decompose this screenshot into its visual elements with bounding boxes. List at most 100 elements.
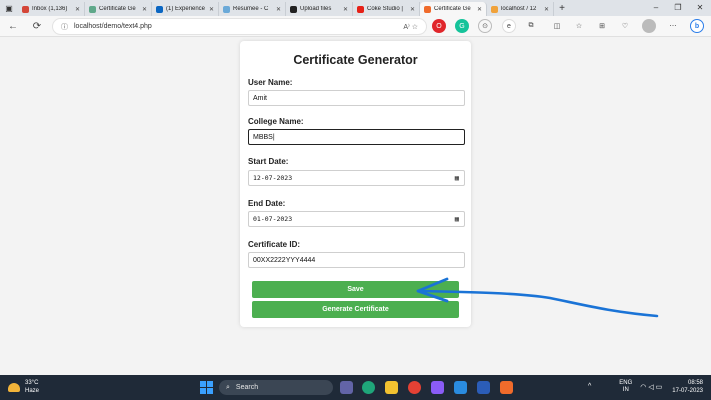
weather-temp: 33°C: [25, 380, 39, 386]
vscode-icon[interactable]: [454, 381, 467, 394]
tab-label: Upload files: [300, 6, 332, 12]
browser-essentials-icon[interactable]: ♡: [618, 19, 632, 33]
taskbar-search[interactable]: ⌕ Search: [219, 380, 333, 395]
refresh-button[interactable]: ⟳: [28, 21, 46, 32]
start-date-value: 12-07-2023: [253, 174, 293, 182]
language-indicator[interactable]: ENG IN: [619, 380, 632, 394]
collections-icon[interactable]: ⊞: [595, 19, 609, 33]
favorites-icon[interactable]: ☆: [572, 19, 586, 33]
tab-label: localhost / 12: [501, 6, 537, 12]
xampp-icon[interactable]: [500, 381, 513, 394]
puzzle-extensions-icon[interactable]: ⧉: [524, 19, 538, 33]
clock-time: 08:58: [687, 380, 703, 386]
start-date-label: Start Date:: [248, 157, 289, 166]
generate-certificate-button[interactable]: Generate Certificate: [252, 301, 459, 318]
tab-label: (1) Experience: [166, 6, 206, 12]
word-icon[interactable]: [477, 381, 490, 394]
tab-favicon-icon: [89, 5, 96, 13]
chrome-icon[interactable]: [408, 381, 421, 394]
tab-favicon-icon: [424, 5, 431, 13]
end-date-input[interactable]: 01-07-2023 ▦: [248, 211, 465, 227]
edge-browser-icon[interactable]: [362, 381, 375, 394]
browser-tab[interactable]: Certificate Ge ✕: [420, 2, 487, 16]
tab-close-icon[interactable]: ✕: [544, 6, 549, 13]
tab-close-icon[interactable]: ✕: [142, 6, 147, 13]
grammarly-extension-icon[interactable]: G: [455, 19, 469, 33]
back-button[interactable]: ←: [4, 21, 22, 32]
browser-tab[interactable]: Resumee - C ✕: [219, 2, 286, 16]
tab-favicon-icon: [357, 5, 364, 13]
opera-extension-icon[interactable]: O: [432, 19, 446, 33]
more-menu-icon[interactable]: ⋯: [666, 19, 680, 33]
teams-chat-icon[interactable]: [340, 381, 353, 394]
user-name-label: User Name:: [248, 78, 293, 87]
maximize-button[interactable]: ❐: [667, 0, 689, 16]
browser-tab[interactable]: (1) Experience ✕: [152, 2, 219, 16]
browser-tab[interactable]: Upload files ✕: [286, 2, 353, 16]
read-aloud-favorite-icons[interactable]: A⁾ ☆: [403, 23, 418, 31]
tab-label: Certificate Ge: [99, 6, 136, 12]
browser-tab[interactable]: Inbox (1,136) ✕: [18, 2, 85, 16]
new-tab-button[interactable]: +: [554, 3, 570, 14]
language-code: ENG: [619, 380, 633, 386]
system-tray: ENG IN ◠ ◁ ▭ 08:58 17-07-2023: [619, 379, 703, 395]
browser-tab[interactable]: Coke Studio | ✕: [353, 2, 420, 16]
tab-favicon-icon: [491, 5, 498, 13]
browser-tab-strip: ▣ Inbox (1,136) ✕ Certificate Ge ✕ (1) Exper…: [0, 0, 711, 16]
extension-icon[interactable]: ⊙: [478, 19, 492, 33]
tab-label: Resumee - C: [233, 6, 269, 12]
bing-copilot-icon[interactable]: b: [690, 19, 704, 33]
file-explorer-icon[interactable]: [385, 381, 398, 394]
copilot-app-icon[interactable]: [431, 381, 444, 394]
certificate-id-value: 00XX2222YYY4444: [253, 256, 316, 264]
tab-close-icon[interactable]: ✕: [410, 6, 415, 13]
certificate-id-label: Certificate ID:: [248, 240, 301, 249]
tab-favicon-icon: [223, 5, 230, 13]
tab-close-icon[interactable]: ✕: [75, 6, 80, 13]
address-toolbar: ← ⟳ ⓘ localhost/demo/text4.php A⁾ ☆ O G …: [0, 16, 711, 37]
weather-condition: Haze: [25, 388, 40, 394]
windows-taskbar: 33°C Haze ⌕ Search ^ ENG IN ◠ ◁ ▭ 08:58 …: [0, 375, 711, 400]
tray-overflow-icon[interactable]: ^: [588, 383, 591, 390]
window-menu-icon[interactable]: ▣: [0, 0, 18, 16]
profile-avatar[interactable]: [642, 19, 656, 33]
browser-tab[interactable]: Certificate Ge ✕: [85, 2, 152, 16]
user-name-value: Amit: [253, 94, 267, 102]
region-code: IN: [622, 387, 629, 393]
calendar-icon[interactable]: ▦: [455, 215, 459, 223]
url-field[interactable]: ⓘ localhost/demo/text4.php A⁾ ☆: [52, 18, 427, 35]
tab-close-icon[interactable]: ✕: [276, 6, 281, 13]
windows-start-icon[interactable]: [200, 381, 213, 394]
clock-date: 17-07-2023: [672, 388, 703, 394]
clock[interactable]: 08:58 17-07-2023: [672, 379, 703, 395]
certificate-id-input[interactable]: 00XX2222YYY4444: [248, 252, 465, 268]
split-screen-icon[interactable]: ◫: [550, 19, 564, 33]
tab-label: Inbox (1,136): [32, 6, 68, 12]
tab-close-icon[interactable]: ✕: [209, 6, 214, 13]
college-name-input[interactable]: MBBS|: [248, 129, 465, 145]
end-date-label: End Date:: [248, 199, 286, 208]
tab-label: Coke Studio |: [367, 6, 403, 12]
weather-widget[interactable]: 33°C Haze: [8, 379, 39, 395]
browser-tab[interactable]: localhost / 12 ✕: [487, 2, 554, 16]
weather-haze-icon: [8, 382, 20, 392]
search-icon: ⌕: [226, 383, 230, 391]
tab-close-icon[interactable]: ✕: [477, 6, 482, 13]
minimize-button[interactable]: –: [645, 0, 667, 16]
wifi-volume-battery-icons[interactable]: ◠ ◁ ▭: [640, 383, 662, 391]
save-button[interactable]: Save: [252, 281, 459, 298]
college-name-value: MBBS|: [253, 133, 275, 141]
close-window-button[interactable]: ✕: [689, 0, 711, 16]
url-text: localhost/demo/text4.php: [74, 23, 152, 30]
tab-favicon-icon: [22, 5, 29, 13]
user-name-input[interactable]: Amit: [248, 90, 465, 106]
college-name-label: College Name:: [248, 117, 304, 126]
profile-extension-icon[interactable]: e: [502, 19, 516, 33]
tab-label: Certificate Ge: [434, 6, 471, 12]
site-info-icon[interactable]: ⓘ: [61, 22, 68, 32]
tab-close-icon[interactable]: ✕: [343, 6, 348, 13]
start-date-input[interactable]: 12-07-2023 ▦: [248, 170, 465, 186]
calendar-icon[interactable]: ▦: [455, 174, 459, 182]
form-title: Certificate Generator: [293, 53, 418, 67]
tab-favicon-icon: [290, 5, 297, 13]
